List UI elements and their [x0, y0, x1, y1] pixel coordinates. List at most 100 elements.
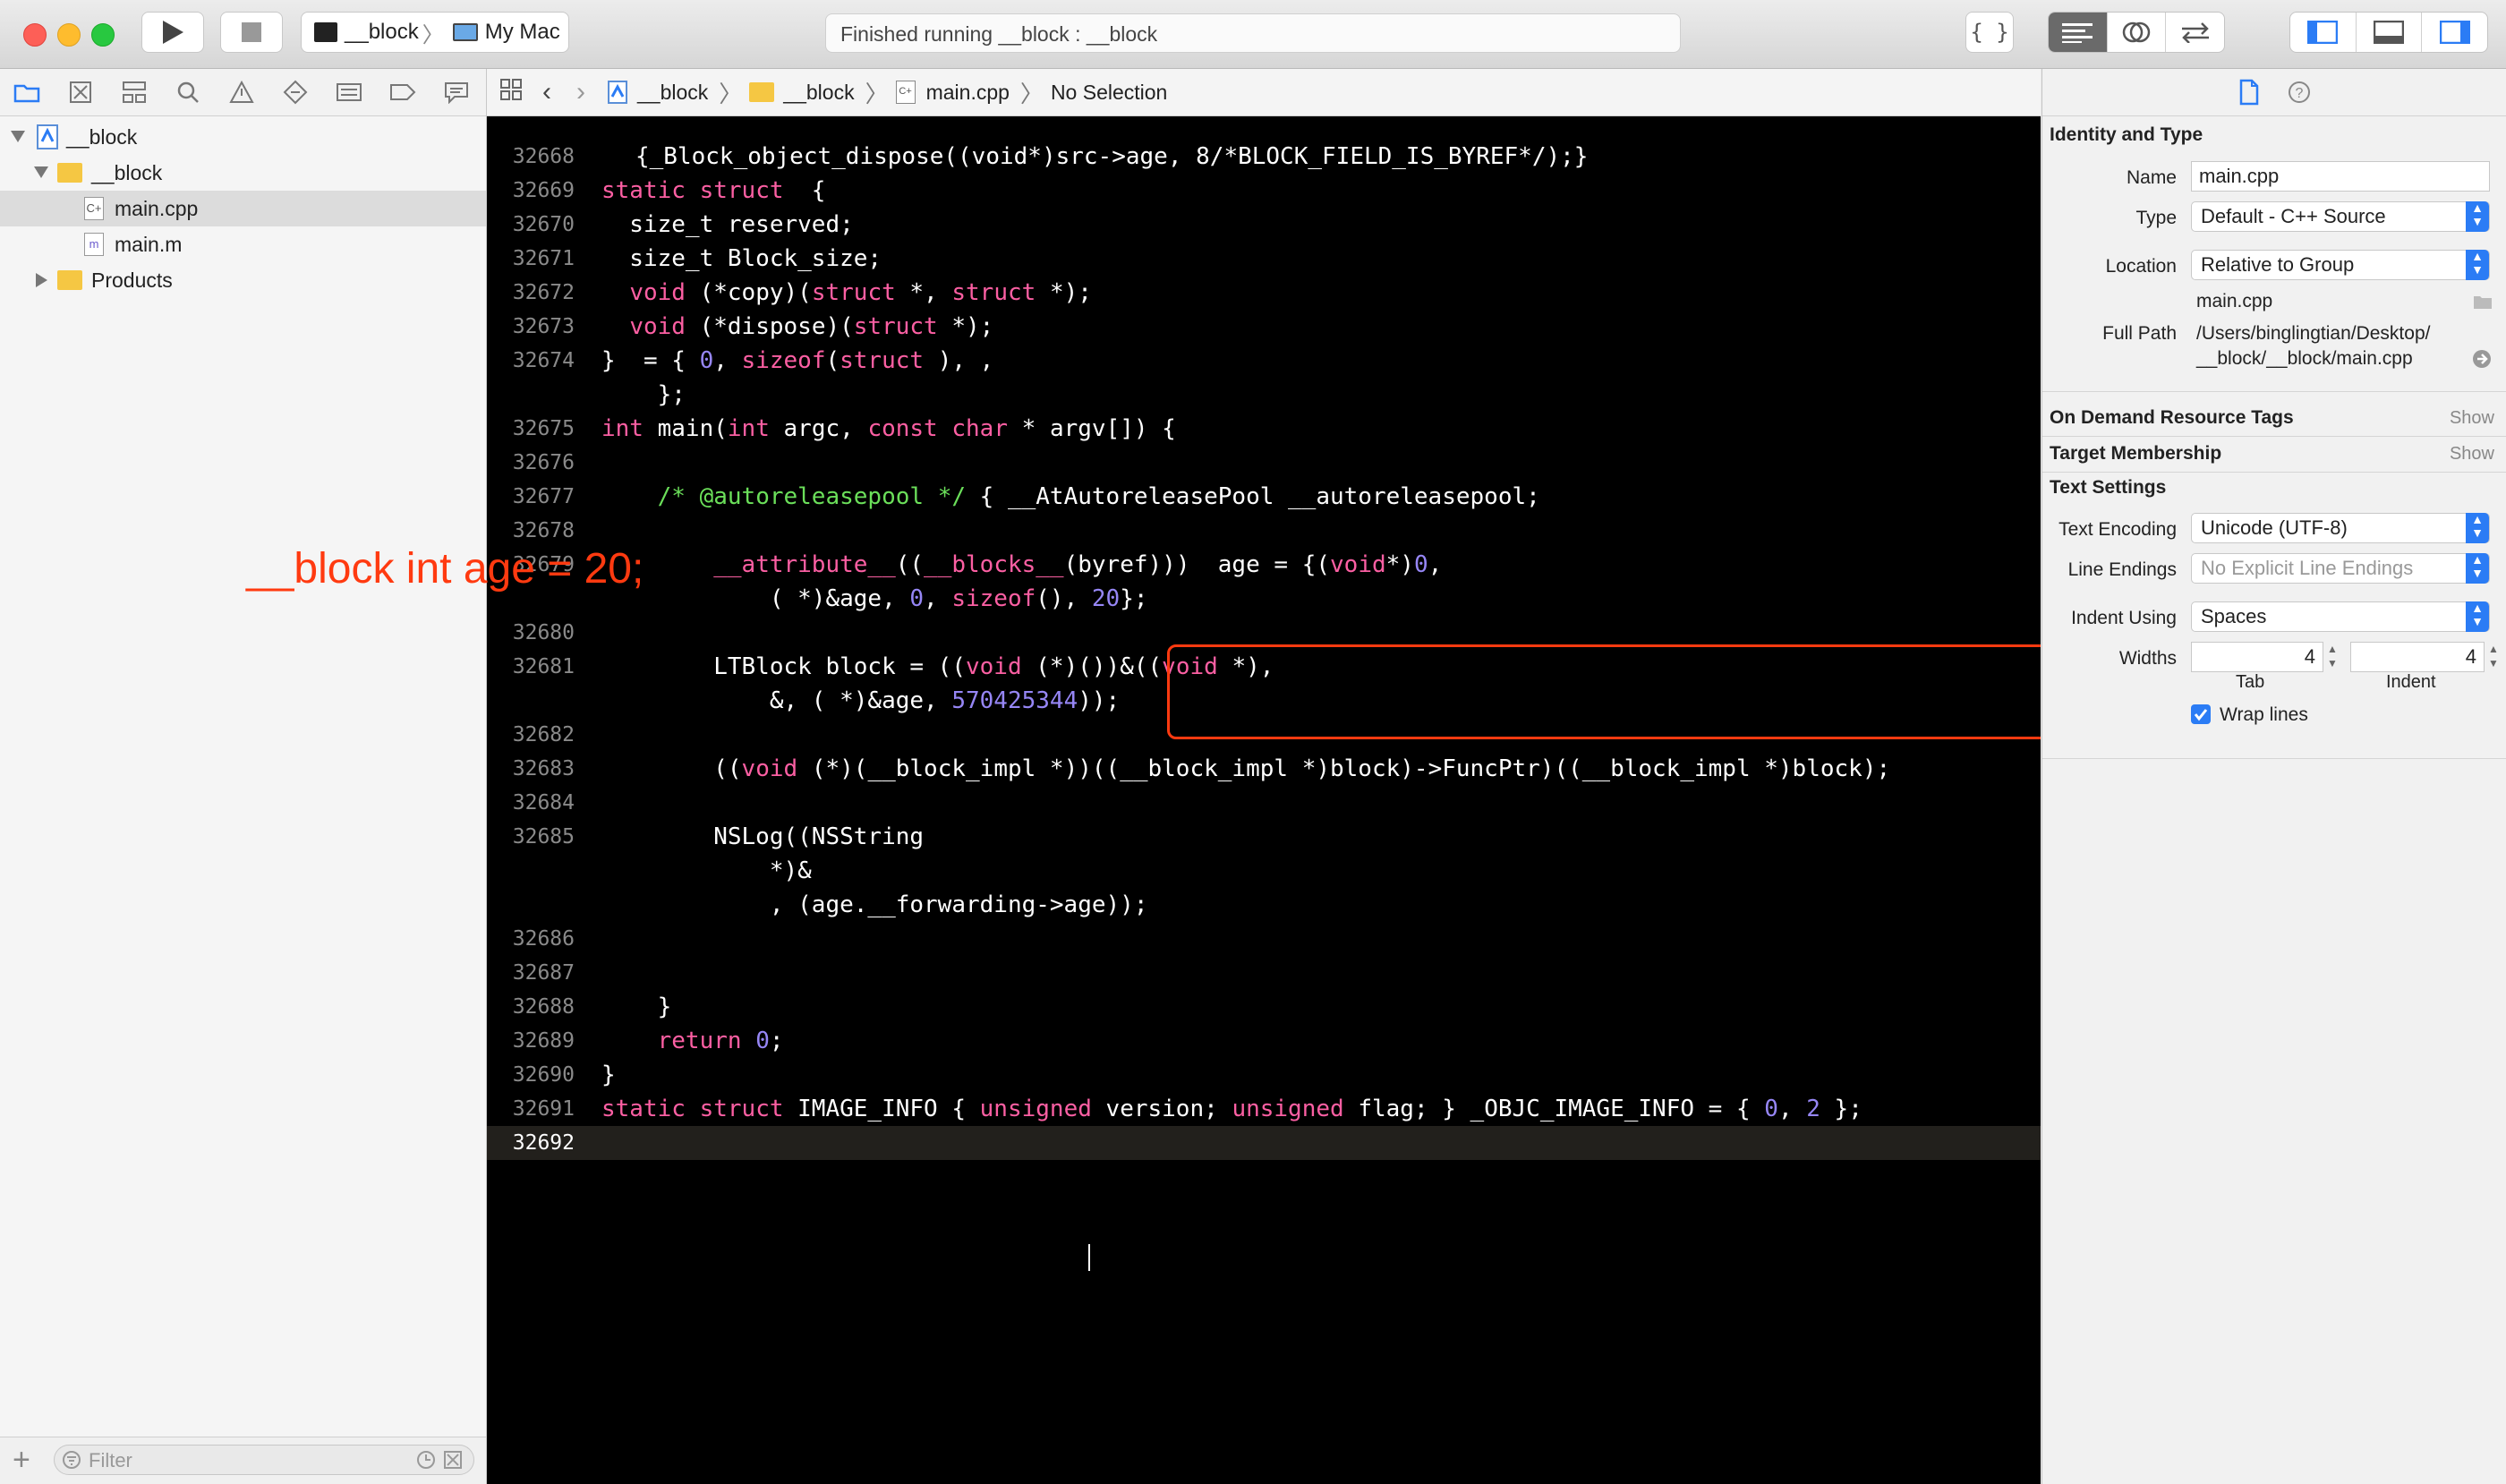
- type-select[interactable]: Default - C++ Source ▲ ▼: [2191, 201, 2490, 232]
- assistant-editor-button[interactable]: [2108, 13, 2167, 52]
- code-line[interactable]: 32670 size_t reserved;: [487, 208, 2041, 242]
- code-line[interactable]: 32690}: [487, 1058, 2041, 1092]
- line-number[interactable]: 32673: [487, 310, 575, 344]
- code-line[interactable]: 32672 void (*copy)(struct *, struct *);: [487, 276, 2041, 310]
- indent-using-select[interactable]: Spaces ▲ ▼: [2191, 601, 2490, 632]
- code-line[interactable]: 32683 ((void (*)(__block_impl *))((__blo…: [487, 752, 2041, 786]
- line-number[interactable]: 32684: [487, 786, 575, 820]
- line-number[interactable]: 32686: [487, 922, 575, 956]
- line-number[interactable]: 32675: [487, 412, 575, 446]
- minimize-window-button[interactable]: [57, 23, 81, 47]
- line-number[interactable]: 32683: [487, 752, 575, 786]
- tab-test-navigator[interactable]: [268, 69, 322, 115]
- line-number[interactable]: 32681: [487, 650, 575, 684]
- tree-item-project[interactable]: __block: [0, 119, 486, 155]
- breadcrumb-selection[interactable]: No Selection: [1051, 81, 1167, 105]
- line-number[interactable]: 32692: [487, 1126, 575, 1160]
- scm-filter-icon[interactable]: [443, 1450, 463, 1470]
- line-number[interactable]: 32691: [487, 1092, 575, 1126]
- version-editor-button[interactable]: [2166, 13, 2224, 52]
- line-number[interactable]: 32682: [487, 718, 575, 752]
- tab-debug-navigator[interactable]: [322, 69, 376, 115]
- code-line[interactable]: , (age.__forwarding->age));: [487, 888, 2041, 922]
- line-number[interactable]: 32671: [487, 242, 575, 276]
- line-number[interactable]: 32690: [487, 1058, 575, 1092]
- library-button[interactable]: { }: [1965, 12, 2014, 53]
- filter-input[interactable]: Filter: [54, 1445, 474, 1475]
- line-endings-select[interactable]: No Explicit Line Endings ▲ ▼: [2191, 553, 2490, 584]
- code-line[interactable]: 32688 }: [487, 990, 2041, 1024]
- toggle-debug-area-button[interactable]: [2357, 13, 2423, 52]
- tab-issue-navigator[interactable]: [215, 69, 268, 115]
- indent-width-field[interactable]: 4: [2350, 642, 2485, 672]
- source-editor[interactable]: {_Block_object_dispose((void*)src->age, …: [487, 116, 2041, 1484]
- line-number[interactable]: 32689: [487, 1024, 575, 1058]
- zoom-window-button[interactable]: [91, 23, 115, 47]
- code-line[interactable]: 32673 void (*dispose)(struct *);: [487, 310, 2041, 344]
- code-line[interactable]: 32689 return 0;: [487, 1024, 2041, 1058]
- add-icon[interactable]: +: [13, 1443, 30, 1478]
- file-inspector-icon[interactable]: [2238, 79, 2260, 106]
- line-number[interactable]: 32672: [487, 276, 575, 310]
- encoding-select[interactable]: Unicode (UTF-8) ▲ ▼: [2191, 513, 2490, 543]
- location-select[interactable]: Relative to Group ▲ ▼: [2191, 250, 2490, 280]
- stop-button[interactable]: [220, 12, 283, 53]
- breadcrumb-group[interactable]: __block: [749, 81, 855, 105]
- tab-find-navigator[interactable]: [161, 69, 215, 115]
- line-number[interactable]: 32668: [487, 140, 575, 174]
- code-line[interactable]: 32677 /* @autoreleasepool */ { __AtAutor…: [487, 480, 2041, 514]
- tab-breakpoint-navigator[interactable]: [376, 69, 430, 115]
- help-icon[interactable]: ?: [2287, 80, 2312, 105]
- breadcrumb-file[interactable]: C+ main.cpp: [895, 81, 1010, 105]
- code-line[interactable]: 32692: [487, 1126, 2041, 1160]
- code-line[interactable]: 32674} = { 0, sizeof(struct ), ,: [487, 344, 2041, 378]
- back-button[interactable]: ‹: [542, 77, 551, 107]
- breadcrumb-project[interactable]: __block: [607, 80, 708, 105]
- standard-editor-button[interactable]: [2049, 13, 2108, 52]
- tree-item-products[interactable]: Products: [0, 262, 486, 298]
- line-number[interactable]: 32680: [487, 616, 575, 650]
- name-field[interactable]: main.cpp: [2191, 161, 2490, 192]
- tree-item-group-block[interactable]: __block: [0, 155, 486, 191]
- target-show-button[interactable]: Show: [2450, 444, 2494, 465]
- code-line[interactable]: 32668: [487, 140, 2041, 174]
- code-line[interactable]: 32685 NSLog((NSString: [487, 820, 2041, 854]
- code-line[interactable]: 32676: [487, 446, 2041, 480]
- odr-show-button[interactable]: Show: [2450, 408, 2494, 429]
- line-number[interactable]: 32674: [487, 344, 575, 378]
- code-line[interactable]: 32684: [487, 786, 2041, 820]
- line-number[interactable]: 32669: [487, 174, 575, 208]
- tab-project-navigator[interactable]: [0, 69, 54, 115]
- tree-item-main-m[interactable]: m main.m: [0, 226, 486, 262]
- code-line[interactable]: 32675 int main(int argc, const char * arg…: [487, 412, 2041, 446]
- code-line[interactable]: 32678: [487, 514, 2041, 548]
- tab-width-stepper[interactable]: ▲ ▼: [2327, 642, 2338, 670]
- tab-symbol-navigator[interactable]: [107, 69, 161, 115]
- run-button[interactable]: [141, 12, 204, 53]
- line-number[interactable]: 32678: [487, 514, 575, 548]
- code-line[interactable]: };: [487, 378, 2041, 412]
- tab-source-control-navigator[interactable]: [54, 69, 107, 115]
- toggle-utilities-button[interactable]: [2422, 13, 2487, 52]
- reveal-arrow-icon[interactable]: [2472, 349, 2492, 369]
- toggle-navigator-button[interactable]: [2290, 13, 2357, 52]
- related-items-icon[interactable]: [499, 78, 523, 107]
- line-number[interactable]: 32687: [487, 956, 575, 990]
- folder-icon[interactable]: [2472, 293, 2493, 311]
- tree-item-main-cpp[interactable]: C+ main.cpp: [0, 191, 486, 226]
- wrap-lines-checkbox[interactable]: [2191, 704, 2211, 724]
- scheme-selector[interactable]: __block 〉 My Mac: [301, 12, 569, 53]
- code-line[interactable]: 32686: [487, 922, 2041, 956]
- clock-icon[interactable]: [416, 1450, 436, 1470]
- code-line[interactable]: 32669 static struct {: [487, 174, 2041, 208]
- line-number[interactable]: 32676: [487, 446, 575, 480]
- line-number[interactable]: 32670: [487, 208, 575, 242]
- code-line[interactable]: 32687: [487, 956, 2041, 990]
- tab-width-field[interactable]: 4: [2191, 642, 2323, 672]
- line-number[interactable]: 32685: [487, 820, 575, 854]
- code-line[interactable]: 32679 __attribute__((__blocks__(byref)))…: [487, 548, 2041, 582]
- tab-report-navigator[interactable]: [430, 69, 483, 115]
- code-line[interactable]: ( *)&age, 0, sizeof(), 20};: [487, 582, 2041, 616]
- close-window-button[interactable]: [23, 23, 47, 47]
- indent-width-stepper[interactable]: ▲ ▼: [2488, 642, 2499, 670]
